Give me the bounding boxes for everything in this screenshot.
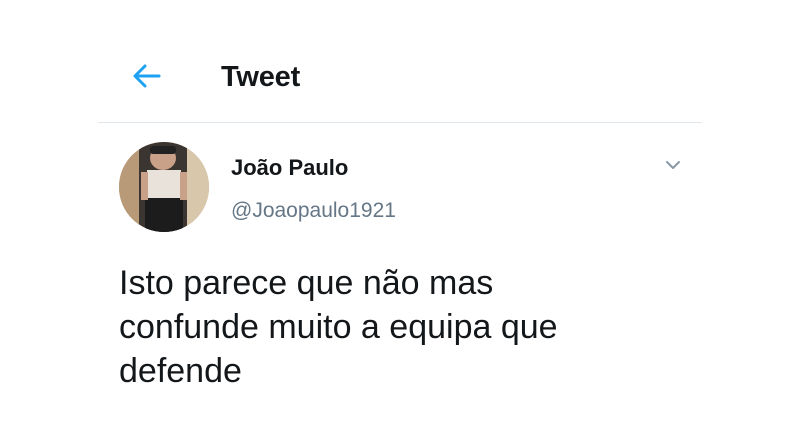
page-title: Tweet	[221, 61, 301, 93]
avatar[interactable]	[119, 142, 209, 232]
chevron-down-icon	[666, 161, 680, 169]
author-handle[interactable]: @Joaopaulo1921	[231, 198, 396, 224]
arrow-left-icon	[133, 64, 161, 88]
tweet-text: Isto parece que não mas confunde muito a…	[119, 264, 558, 390]
tweet-header: Tweet	[0, 0, 800, 123]
more-options-button[interactable]	[657, 152, 689, 180]
back-button[interactable]	[128, 58, 168, 94]
author-display-name[interactable]: João Paulo	[231, 155, 348, 181]
header-divider	[98, 122, 702, 123]
